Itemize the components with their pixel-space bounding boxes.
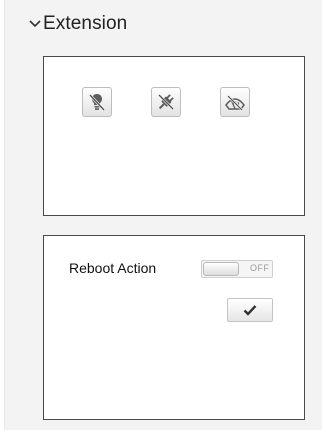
plug-off-button[interactable]	[151, 87, 181, 117]
wiper-off-icon	[225, 95, 245, 111]
reboot-action-toggle[interactable]: OFF	[201, 260, 273, 278]
lamp-off-button[interactable]	[82, 87, 112, 117]
reboot-action-label: Reboot Action	[69, 260, 157, 276]
extension-section-header[interactable]: Extension	[29, 10, 127, 38]
plug-off-icon	[158, 94, 174, 110]
reboot-action-card: Reboot Action OFF	[43, 235, 305, 420]
extension-icons-card	[43, 56, 305, 216]
checkmark-icon	[243, 305, 257, 316]
section-title: Extension	[43, 13, 128, 34]
apply-button[interactable]	[227, 298, 273, 322]
toggle-knob	[203, 262, 239, 276]
wiper-off-button[interactable]	[220, 87, 250, 117]
lamp-off-icon	[89, 94, 105, 111]
toggle-state-text: OFF	[250, 263, 270, 273]
chevron-down-icon	[29, 20, 41, 28]
